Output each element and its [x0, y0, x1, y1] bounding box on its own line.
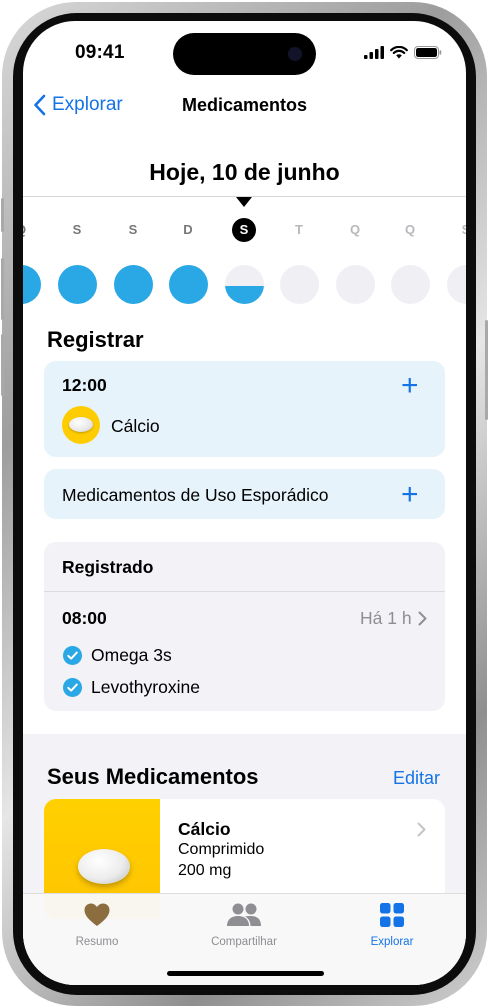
add-sporadic-button[interactable]: +	[401, 480, 419, 510]
day-progress-circle-today[interactable]	[224, 265, 264, 304]
logged-card: Registrado 08:00 Há 1 h Omega 3s Levothy…	[44, 542, 445, 711]
day-letter: S	[72, 222, 82, 237]
status-bar: 09:41	[23, 21, 466, 81]
checkmark-icon	[63, 646, 82, 665]
tab-explore[interactable]: Explorar	[318, 902, 466, 948]
logged-med-name: Levothyroxine	[91, 677, 200, 697]
tab-label: Resumo	[75, 936, 119, 948]
day-progress-circle[interactable]	[279, 265, 319, 304]
home-indicator[interactable]	[167, 971, 324, 976]
volume-up-button	[1, 258, 4, 320]
dynamic-island	[173, 33, 316, 75]
pill-icon	[62, 406, 100, 444]
status-time: 09:41	[75, 42, 125, 63]
logged-time: 08:00	[62, 608, 107, 628]
day-progress-circle[interactable]	[57, 265, 97, 304]
people-icon	[227, 903, 261, 926]
today-pointer-icon	[236, 197, 252, 207]
day-strip[interactable]: Q S S D S T Q Q S	[23, 218, 466, 304]
battery-icon	[414, 45, 442, 59]
tab-label: Explorar	[370, 936, 414, 948]
chevron-right-icon	[418, 611, 427, 626]
action-button	[1, 198, 4, 232]
your-meds-title: Seus Medicamentos	[47, 764, 259, 789]
logged-med-name: Omega 3s	[91, 645, 172, 665]
scheduled-dose-card[interactable]: 12:00 + Cálcio	[44, 361, 445, 457]
logged-ago: Há 1 h	[360, 608, 412, 628]
day-letter: Q	[349, 222, 361, 237]
date-title: Hoje, 10 de junho	[149, 159, 340, 185]
status-icons	[364, 45, 442, 59]
day-letter: T	[295, 222, 303, 237]
tab-label: Compartilhar	[211, 936, 277, 948]
power-button	[485, 320, 488, 420]
day-letter: Q	[23, 222, 36, 237]
tab-summary[interactable]: Resumo	[23, 902, 171, 948]
heart-icon	[84, 903, 110, 926]
nav-title: Medicamentos	[181, 95, 308, 115]
day-progress-circle[interactable]	[113, 265, 153, 304]
chevron-right-icon	[417, 822, 426, 837]
edit-button[interactable]: Editar	[393, 768, 440, 789]
day-progress-circle[interactable]	[23, 265, 41, 304]
med-dose: 200 mg	[178, 862, 232, 879]
day-progress-circle[interactable]	[335, 265, 375, 304]
checkmark-icon	[63, 678, 82, 697]
cellular-signal-icon	[364, 45, 384, 59]
day-progress-circle[interactable]	[168, 265, 208, 304]
wifi-icon	[390, 45, 408, 58]
scheduled-med-name: Cálcio	[111, 416, 160, 436]
pill-icon	[78, 849, 130, 884]
day-progress-circle[interactable]	[390, 265, 430, 304]
logged-title: Registrado	[62, 557, 154, 577]
med-form: Comprimido	[178, 841, 265, 858]
day-letter: D	[183, 222, 193, 237]
sporadic-label: Medicamentos de Uso Esporádico	[62, 485, 329, 505]
camera-icon	[288, 47, 302, 61]
register-title: Registrar	[47, 327, 144, 352]
sporadic-meds-card[interactable]: Medicamentos de Uso Esporádico +	[44, 469, 445, 519]
day-letter: Q	[404, 222, 416, 237]
med-name: Cálcio	[178, 819, 231, 839]
add-dose-button[interactable]: +	[401, 371, 419, 401]
grid-icon	[380, 903, 404, 927]
day-letter-today[interactable]: S	[232, 218, 256, 242]
day-letter: S	[128, 222, 138, 237]
progress-fill	[224, 285, 264, 304]
day-progress-circle[interactable]	[446, 265, 466, 304]
volume-down-button	[1, 334, 4, 396]
scheduled-time: 12:00	[62, 375, 107, 395]
screen: 09:41 Explorar Medicamentos Hoje, 10 de …	[23, 21, 466, 985]
day-letter: S	[461, 222, 466, 237]
tab-share[interactable]: Compartilhar	[170, 902, 318, 948]
logged-row[interactable]: 08:00 Há 1 h Omega 3s Levothyroxine	[44, 592, 445, 711]
